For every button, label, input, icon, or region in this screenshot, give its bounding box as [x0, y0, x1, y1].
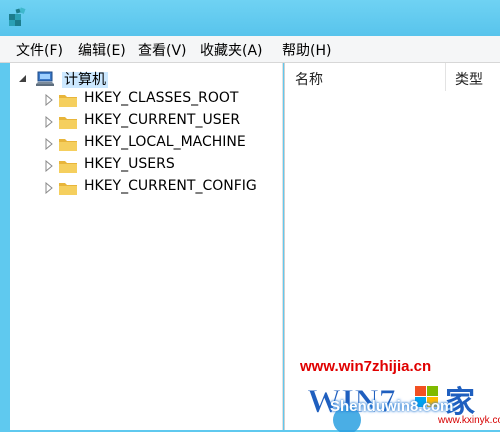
tree-item-label: HKEY_CURRENT_CONFIG	[84, 178, 257, 194]
watermark-site: www.kxinyk.com	[438, 415, 500, 426]
menu-help[interactable]: 帮助(H)	[282, 40, 331, 60]
expand-icon[interactable]	[44, 182, 54, 194]
folder-icon	[59, 161, 77, 173]
tree-item-label: HKEY_LOCAL_MACHINE	[84, 134, 246, 150]
tree-item-label: HKEY_USERS	[84, 156, 175, 172]
tree-node-hkey-local-machine[interactable]: HKEY_LOCAL_MACHINE	[44, 134, 280, 154]
column-header-name[interactable]: 名称	[285, 63, 446, 91]
folder-icon	[59, 117, 77, 129]
menu-favorites[interactable]: 收藏夹(A)	[200, 40, 263, 60]
tree-item-label: HKEY_CURRENT_USER	[84, 112, 241, 128]
tree-root-text: 计算机	[62, 72, 108, 88]
expand-icon[interactable]	[44, 138, 54, 150]
column-type-label: 类型	[455, 72, 483, 88]
folder-icon	[59, 183, 77, 195]
computer-icon	[36, 71, 54, 86]
menu-view[interactable]: 查看(V)	[138, 40, 187, 60]
tree-node-hkey-users[interactable]: HKEY_USERS	[44, 156, 280, 176]
tree-node-hkey-classes-root[interactable]: HKEY_CLASSES_ROOT	[44, 90, 280, 110]
column-name-label: 名称	[295, 72, 323, 88]
column-header-type[interactable]: 类型	[445, 63, 500, 91]
tree-node-hkey-current-user[interactable]: HKEY_CURRENT_USER	[44, 112, 280, 132]
expand-icon[interactable]	[44, 160, 54, 172]
collapse-icon[interactable]	[18, 73, 28, 85]
menu-edit[interactable]: 编辑(E)	[78, 40, 126, 60]
expand-icon[interactable]	[44, 94, 54, 106]
tree-node-hkey-current-config[interactable]: HKEY_CURRENT_CONFIG	[44, 178, 280, 198]
registry-tree[interactable]: 计算机 HKEY_CLASSES_ROOT HKEY_CURRENT_USER …	[10, 63, 283, 430]
tree-root-label: 计算机	[62, 69, 108, 89]
menu-file[interactable]: 文件(F)	[16, 40, 63, 60]
tree-item-label: HKEY_CLASSES_ROOT	[84, 90, 239, 106]
expand-icon[interactable]	[44, 116, 54, 128]
folder-icon	[59, 95, 77, 107]
menu-bar: 文件(F) 编辑(E) 查看(V) 收藏夹(A) 帮助(H)	[0, 36, 500, 63]
folder-icon	[59, 139, 77, 151]
title-bar	[0, 0, 500, 36]
tree-node-computer[interactable]: 计算机	[18, 69, 218, 89]
watermark-brand: Shenduwin8.com	[330, 398, 454, 415]
regedit-icon[interactable]	[6, 6, 28, 28]
